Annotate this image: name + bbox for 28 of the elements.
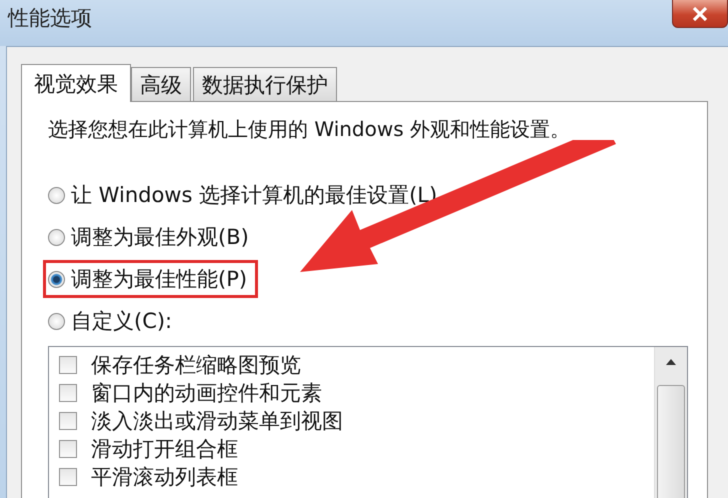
radio-button[interactable] [48,312,65,330]
close-button[interactable] [672,0,728,28]
option-label[interactable]: 调整为最佳性能(P) [71,265,248,293]
checkbox[interactable] [59,412,77,430]
radio-button[interactable] [48,228,65,246]
radio-button[interactable] [48,186,65,204]
close-icon [692,6,708,20]
scroll-up-icon[interactable] [666,359,676,365]
effects-list[interactable]: 保存任务栏缩略图预览 窗口内的动画控件和元素 淡入淡出或滑动菜单到视图 滑动打开组合框 平滑滚动列表框 [48,346,688,498]
checkbox-label[interactable]: 平滑滚动列表框 [91,463,238,491]
checkbox-label[interactable]: 滑动打开组合框 [91,435,238,463]
checkbox[interactable] [59,440,77,458]
scrollbar[interactable] [654,347,687,498]
checkbox-label[interactable]: 保存任务栏缩略图预览 [91,351,301,379]
checkbox-label[interactable]: 淡入淡出或滑动菜单到视图 [91,407,343,435]
checkbox[interactable] [59,356,77,374]
radio-button[interactable] [48,270,65,288]
checkbox[interactable] [59,384,77,402]
window-title: 性能选项 [8,5,92,32]
tab[interactable]: 高级 [131,67,191,101]
description-text: 选择您想在此计算机上使用的 Windows 外观和性能设置。 [48,116,571,143]
checkbox[interactable] [59,468,77,486]
option-label[interactable]: 调整为最佳外观(B) [71,223,249,251]
tab[interactable]: 数据执行保护 [193,67,337,101]
checkbox-label[interactable]: 窗口内的动画控件和元素 [91,379,322,407]
tab[interactable]: 视觉效果 [21,64,131,102]
scroll-thumb[interactable] [657,385,685,498]
option-label[interactable]: 自定义(C): [71,307,172,335]
